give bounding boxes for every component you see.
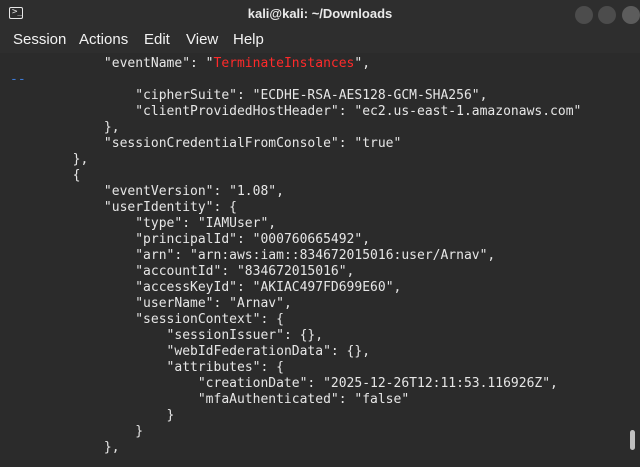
- terminal-line: "sessionCredentialFromConsole": "true": [10, 136, 401, 152]
- terminal-line: },: [10, 120, 120, 136]
- line-text: },: [103, 120, 120, 135]
- line-text-tail: ",: [354, 56, 371, 71]
- terminal-line: }: [10, 408, 175, 424]
- maximize-button[interactable]: [598, 6, 616, 24]
- terminal-line: "mfaAuthenticated": "false": [10, 392, 409, 408]
- line-text: "userName": "Arnav",: [135, 296, 292, 311]
- minimize-button[interactable]: [575, 6, 593, 24]
- terminal-line: "clientProvidedHostHeader": "ec2.us-east…: [10, 104, 581, 120]
- line-text: "eventName": ": [103, 56, 214, 71]
- window-title: kali@kali: ~/Downloads: [247, 6, 393, 21]
- line-text: "creationDate": "2025-12-26T12:11:53.116…: [197, 376, 558, 391]
- line-text: "accountId": "834672015016",: [135, 264, 355, 279]
- line-text: }: [166, 408, 175, 423]
- line-text: "eventVersion": "1.08",: [103, 184, 284, 199]
- terminal-line: "type": "IAMUser",: [10, 216, 276, 232]
- terminal-line: "attributes": {: [10, 360, 284, 376]
- line-text: },: [72, 152, 89, 167]
- menu-bar: Session Actions Edit View Help: [0, 28, 640, 53]
- line-text: "sessionCredentialFromConsole": "true": [103, 136, 402, 151]
- terminal-line: }: [10, 424, 143, 440]
- terminal-line: "webIdFederationData": {},: [10, 344, 371, 360]
- line-text: "webIdFederationData": {},: [166, 344, 371, 359]
- line-text: "arn": "arn:aws:iam::834672015016:user/A…: [135, 248, 496, 263]
- terminal-line: },: [10, 440, 120, 456]
- line-text: "type": "IAMUser",: [135, 216, 277, 231]
- terminal-line: "sessionIssuer": {},: [10, 328, 324, 344]
- menu-help[interactable]: Help: [233, 31, 264, 48]
- line-text: "principalId": "000760665492",: [135, 232, 371, 247]
- terminal-line: },: [10, 152, 89, 168]
- line-text: "clientProvidedHostHeader": "ec2.us-east…: [135, 104, 582, 119]
- terminal-line: "accessKeyId": "AKIAC497FD699E60",: [10, 280, 401, 296]
- menu-actions[interactable]: Actions: [79, 31, 128, 48]
- terminal-line: "accountId": "834672015016",: [10, 264, 354, 280]
- line-text: }: [135, 424, 144, 439]
- terminal-line: "eventName": "TerminateInstances",: [10, 56, 370, 72]
- line-text: "cipherSuite": "ECDHE-RSA-AES128-GCM-SHA…: [135, 88, 488, 103]
- terminal-line: --: [10, 72, 26, 88]
- grep-match-highlight: TerminateInstances: [213, 56, 355, 71]
- terminal-line: "eventVersion": "1.08",: [10, 184, 284, 200]
- line-text: "userIdentity": {: [103, 200, 237, 215]
- terminal-line: "arn": "arn:aws:iam::834672015016:user/A…: [10, 248, 495, 264]
- terminal-line: "userIdentity": {: [10, 200, 237, 216]
- terminal-line: "cipherSuite": "ECDHE-RSA-AES128-GCM-SHA…: [10, 88, 487, 104]
- line-text: "mfaAuthenticated": "false": [197, 392, 410, 407]
- line-text: --: [10, 72, 26, 87]
- close-button[interactable]: [622, 6, 640, 24]
- terminal-line: "userName": "Arnav",: [10, 296, 292, 312]
- line-text: "sessionContext": {: [135, 312, 284, 327]
- scrollbar-thumb[interactable]: [630, 430, 635, 450]
- line-text: {: [72, 168, 81, 183]
- title-bar: >_ kali@kali: ~/Downloads: [0, 0, 640, 28]
- terminal-output[interactable]: "eventName": "TerminateInstances", -- "ci…: [0, 53, 640, 467]
- terminal-line: "principalId": "000760665492",: [10, 232, 370, 248]
- line-text: },: [103, 440, 120, 455]
- line-text: "sessionIssuer": {},: [166, 328, 324, 343]
- terminal-line: {: [10, 168, 81, 184]
- line-text: "accessKeyId": "AKIAC497FD699E60",: [135, 280, 402, 295]
- line-text: "attributes": {: [166, 360, 284, 375]
- menu-view[interactable]: View: [186, 31, 218, 48]
- menu-edit[interactable]: Edit: [144, 31, 170, 48]
- terminal-line: "creationDate": "2025-12-26T12:11:53.116…: [10, 376, 558, 392]
- terminal-line: "sessionContext": {: [10, 312, 284, 328]
- menu-session[interactable]: Session: [13, 31, 66, 48]
